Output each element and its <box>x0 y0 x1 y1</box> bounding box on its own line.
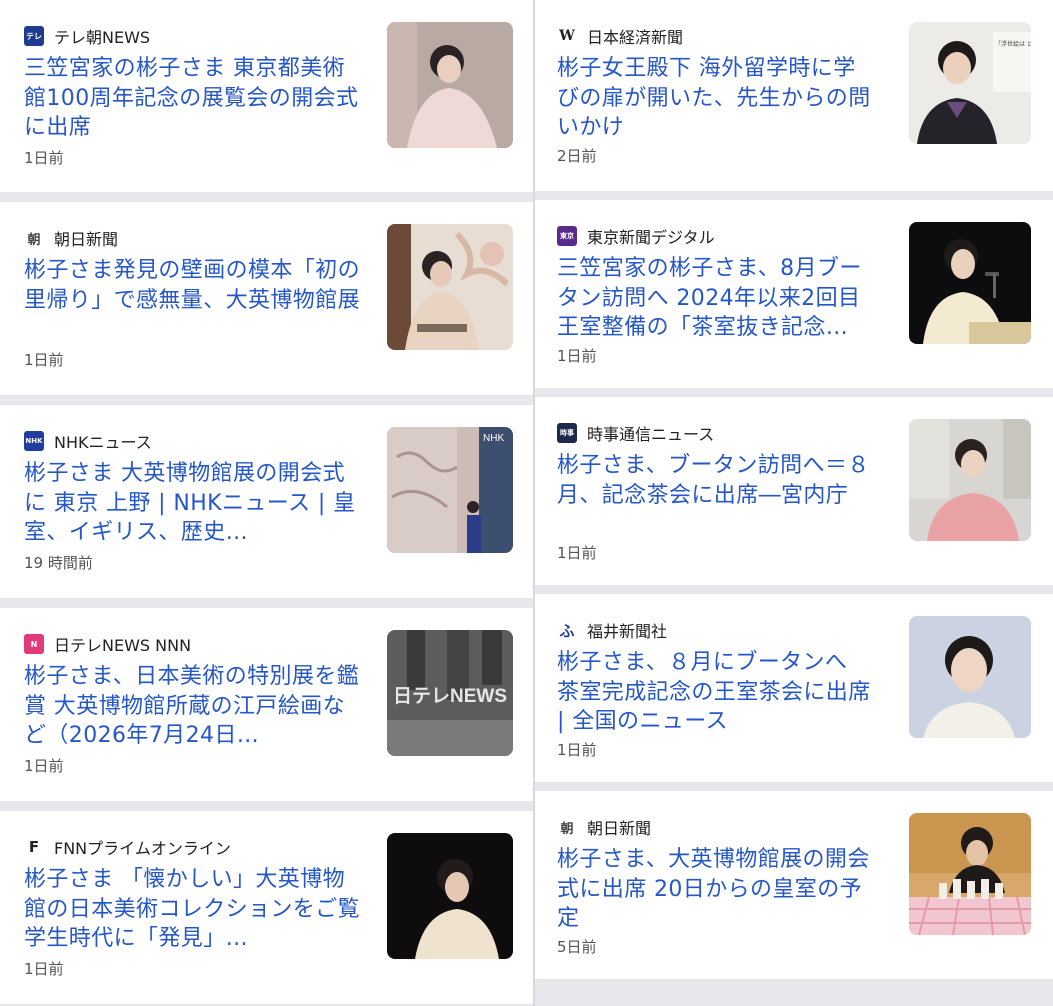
fnn-logo-icon: F <box>28 838 40 856</box>
news-thumbnail[interactable] <box>909 222 1031 344</box>
nhk-watermark: NHK <box>483 433 504 444</box>
news-thumbnail[interactable] <box>909 813 1031 935</box>
woman-kimono-mural-photo-icon <box>387 224 513 350</box>
news-timestamp: 2日前 <box>557 147 597 165</box>
news-headline[interactable]: 彬子さま、８月にブータンへ 茶室完成記念の王室茶会に出席 | 全国のニュース <box>557 648 877 737</box>
source-name: 朝日新聞 <box>587 819 652 838</box>
news-thumbnail[interactable] <box>387 22 513 148</box>
woman-with-figurines-photo-icon <box>909 813 1031 935</box>
ntv-logo-icon: N <box>24 634 44 654</box>
fukui-shimbun-logo-icon: ふ <box>559 621 575 640</box>
news-source: W 日本経済新聞 <box>557 24 683 48</box>
source-name: 福井新聞社 <box>587 622 668 641</box>
news-card[interactable]: 朝 朝日新聞 彬子さま、大英博物館展の開会式に出席 20日からの皇室の予定 5日… <box>535 791 1053 979</box>
news-card[interactable]: W 日本経済新聞 彬子女王殿下 海外留学時に学びの扉が開いた、先生からの問いかけ… <box>535 0 1053 191</box>
news-headline[interactable]: 彬子さま 「懐かしい」大英博物館の日本美術コレクションをご覧 学生時代に「発見」… <box>24 865 362 954</box>
news-column-left: テレ テレ朝NEWS 三笠宮家の彬子さま 東京都美術館100周年記念の展覧会の開… <box>0 0 533 1006</box>
news-thumbnail[interactable]: 日テレNEWS <box>387 630 513 756</box>
news-timestamp: 19 時間前 <box>24 554 93 572</box>
news-timestamp: 1日前 <box>557 544 597 562</box>
source-name: 日本経済新聞 <box>587 28 684 47</box>
news-source: 東京 東京新聞デジタル <box>557 224 715 248</box>
news-source: N 日テレNEWS NNN <box>24 632 191 656</box>
news-card[interactable]: 時事 時事通信ニュース 彬子さま、ブータン訪問へ＝８月、記念茶会に出席―宮内庁 … <box>535 397 1053 585</box>
news-source: 朝 朝日新聞 <box>24 226 118 250</box>
news-card[interactable]: NHK NHKニュース 彬子さま 大英博物館展の開会式に 東京 上野 | NHK… <box>0 405 533 598</box>
news-source: F FNNプライムオンライン <box>24 835 231 859</box>
tokyo-shimbun-logo-icon: 東京 <box>557 226 577 246</box>
source-name: 東京新聞デジタル <box>587 228 715 247</box>
woman-speaking-photo-icon <box>909 222 1031 344</box>
news-card[interactable]: N 日テレNEWS NNN 彬子さま、日本美術の特別展を鑑賞 大英博物館所蔵の江… <box>0 608 533 801</box>
news-source: ふ 福井新聞社 <box>557 618 667 642</box>
news-column-right: W 日本経済新聞 彬子女王殿下 海外留学時に学びの扉が開いた、先生からの問いかけ… <box>535 0 1053 1006</box>
news-headline[interactable]: 彬子女王殿下 海外留学時に学びの扉が開いた、先生からの問いかけ <box>557 54 877 143</box>
ntv-news-blur-photo-icon: 日テレNEWS <box>387 630 513 756</box>
news-card[interactable]: 東京 東京新聞デジタル 三笠宮家の彬子さま、8月ブータン訪問へ 2024年以来2… <box>535 200 1053 388</box>
news-thumbnail[interactable] <box>909 616 1031 738</box>
ntv-watermark: 日テレNEWS <box>393 686 507 707</box>
source-name: FNNプライムオンライン <box>54 839 231 858</box>
news-thumbnail[interactable]: 「浮世絵は どのように 見るもので <box>909 22 1031 144</box>
news-source: 時事 時事通信ニュース <box>557 421 714 445</box>
news-thumbnail[interactable] <box>909 419 1031 541</box>
woman-kimono-photo-icon <box>387 22 513 148</box>
news-headline[interactable]: 彬子さま、日本美術の特別展を鑑賞 大英博物館所蔵の江戸絵画など（2026年7月2… <box>24 662 362 751</box>
news-card[interactable]: F FNNプライムオンライン 彬子さま 「懐かしい」大英博物館の日本美術コレクシ… <box>0 811 533 1004</box>
news-timestamp: 1日前 <box>557 347 597 365</box>
news-headline[interactable]: 彬子さま発見の壁画の模本「初の里帰り」で感無量、大英博物館展 <box>24 256 362 315</box>
woman-pink-suit-photo-icon <box>909 419 1031 541</box>
source-name: テレ朝NEWS <box>54 28 151 47</box>
sign-text: 「浮世絵は どのように 見るもので <box>995 40 1031 48</box>
news-thumbnail[interactable] <box>387 833 513 959</box>
news-thumbnail[interactable] <box>387 224 513 350</box>
woman-portrait-photo-icon: 「浮世絵は どのように 見るもので <box>909 22 1031 144</box>
source-name: 朝日新聞 <box>54 230 119 249</box>
news-card[interactable]: テレ テレ朝NEWS 三笠宮家の彬子さま 東京都美術館100周年記念の展覧会の開… <box>0 0 533 192</box>
nhk-logo-icon: NHK <box>24 431 44 451</box>
museum-exhibit-photo-icon: NHK <box>387 427 513 553</box>
asahi-logo-icon: 朝 <box>560 821 574 837</box>
news-source: NHK NHKニュース <box>24 429 152 453</box>
news-card[interactable]: 朝 朝日新聞 彬子さま発見の壁画の模本「初の里帰り」で感無量、大英博物館展 1日… <box>0 202 533 395</box>
news-timestamp: 1日前 <box>24 960 64 978</box>
source-name: 時事通信ニュース <box>587 425 715 444</box>
source-name: 日テレNEWS NNN <box>54 636 192 655</box>
woman-kimono-dark-photo-icon <box>387 833 513 959</box>
news-source: 朝 朝日新聞 <box>557 815 651 839</box>
news-headline[interactable]: 三笠宮家の彬子さま、8月ブータン訪問へ 2024年以来2回目 王室整備の「茶室抜… <box>557 254 877 343</box>
news-headline[interactable]: 彬子さま 大英博物館展の開会式に 東京 上野 | NHKニュース | 皇室、イギ… <box>24 459 362 548</box>
asahi-logo-icon: 朝 <box>27 232 41 248</box>
news-headline[interactable]: 彬子さま、大英博物館展の開会式に出席 20日からの皇室の予定 <box>557 845 877 934</box>
news-card[interactable]: ふ 福井新聞社 彬子さま、８月にブータンへ 茶室完成記念の王室茶会に出席 | 全… <box>535 594 1053 782</box>
news-timestamp: 1日前 <box>24 757 64 775</box>
tv-asahi-logo-icon: テレ <box>24 26 44 46</box>
news-headline[interactable]: 三笠宮家の彬子さま 東京都美術館100周年記念の展覧会の開会式に出席 <box>24 54 362 143</box>
woman-smiling-portrait-icon <box>909 616 1031 738</box>
news-timestamp: 1日前 <box>24 351 64 369</box>
news-thumbnail[interactable]: NHK <box>387 427 513 553</box>
news-headline[interactable]: 彬子さま、ブータン訪問へ＝８月、記念茶会に出席―宮内庁 <box>557 451 877 510</box>
source-name: NHKニュース <box>54 433 152 452</box>
nikkei-logo-icon: W <box>559 28 575 44</box>
jiji-logo-icon: 時事 <box>557 423 577 443</box>
news-timestamp: 1日前 <box>24 149 64 167</box>
news-timestamp: 1日前 <box>557 741 597 759</box>
news-timestamp: 5日前 <box>557 938 597 956</box>
news-source: テレ テレ朝NEWS <box>24 24 150 48</box>
